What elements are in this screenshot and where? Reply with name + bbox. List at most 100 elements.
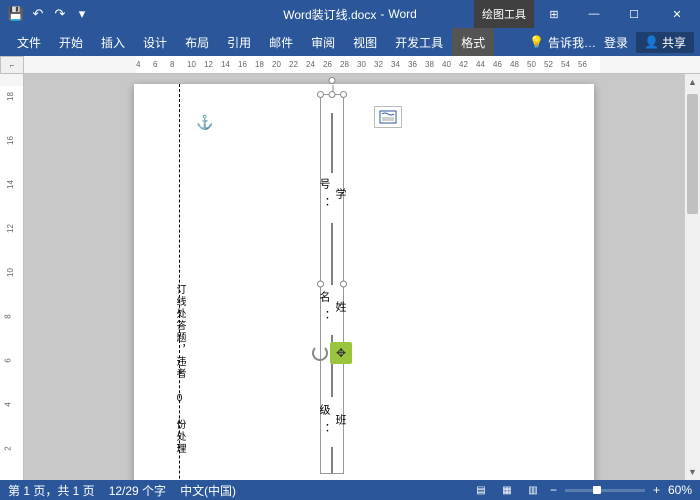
resize-handle-tr[interactable] [340,91,347,98]
field-label-name: 姓名： [321,290,343,330]
resize-handle-ml[interactable] [317,281,324,288]
tab-home[interactable]: 开始 [50,28,92,56]
zoom-level[interactable]: 60% [668,483,692,497]
share-icon: 👤 [644,35,659,49]
undo-icon[interactable]: ↶ [28,4,48,24]
ruler-tick: 2 [4,446,13,450]
tab-view[interactable]: 视图 [344,28,386,56]
scroll-down-button[interactable]: ▼ [685,464,700,480]
document-area[interactable]: ⚓ 订线处答题，违者 0 份处理 学号： 姓名： 班级： [24,74,684,480]
zoom-in-button[interactable]: + [653,483,660,497]
ruler-tick: 22 [289,60,298,69]
contextual-tab-label: 绘图工具 [474,0,534,28]
ruler-tick: 4 [4,402,13,406]
ruler-area: ⌐ 46810121416182022242628303234363840424… [0,56,700,74]
field-label-id: 学号： [321,177,343,217]
tab-developer[interactable]: 开发工具 [386,28,452,56]
lightbulb-icon: 💡 [529,35,544,49]
move-cursor-icon: ✥ [330,342,352,364]
scroll-thumb[interactable] [687,94,698,214]
tab-file[interactable]: 文件 [8,28,50,56]
tell-me-search[interactable]: 💡告诉我… [529,34,596,51]
print-layout-icon[interactable]: ▦ [498,483,516,497]
ruler-tick: 54 [561,60,570,69]
ruler-tick: 18 [255,60,264,69]
status-bar: 第 1 页，共 1 页 12/29 个字 中文(中国) ▤ ▦ ▥ − + 60… [0,480,700,500]
ruler-tick: 56 [578,60,587,69]
resize-handle-tm[interactable] [329,91,336,98]
ruler-tick: 32 [374,60,383,69]
ruler-tick: 30 [357,60,366,69]
layout-options-icon [379,110,397,124]
tab-design[interactable]: 设计 [134,28,176,56]
scroll-up-button[interactable]: ▲ [685,74,700,90]
page: ⚓ 订线处答题，违者 0 份处理 学号： 姓名： 班级： [134,84,594,480]
ribbon-display-icon[interactable]: ⊞ [534,0,574,28]
login-link[interactable]: 登录 [604,34,628,51]
redo-icon[interactable]: ↷ [50,4,70,24]
tab-layout[interactable]: 布局 [176,28,218,56]
save-icon[interactable]: 💾 [6,4,26,24]
ruler-tick: 6 [153,60,157,69]
read-mode-icon[interactable]: ▤ [472,483,490,497]
ruler-tick: 10 [187,60,196,69]
ruler-tick: 46 [493,60,502,69]
app-name: Word [388,7,416,21]
rotate-handle[interactable] [329,77,336,84]
minimize-button[interactable]: — [574,0,614,28]
selected-textbox[interactable]: 学号： 姓名： 班级： [320,94,344,474]
tab-references[interactable]: 引用 [218,28,260,56]
ruler-tick: 26 [323,60,332,69]
ruler-tick: 24 [306,60,315,69]
vertical-ruler[interactable]: 18161412108642 [0,74,24,480]
ruler-tick: 18 [6,92,15,101]
layout-options-button[interactable] [374,106,402,128]
field-line [332,447,333,473]
ruler-tick: 40 [442,60,451,69]
ruler-tick: 6 [4,358,13,362]
ruler-tick: 14 [6,180,15,189]
field-line [332,223,333,285]
share-button[interactable]: 👤共享 [636,32,694,53]
tab-format[interactable]: 格式 [452,28,494,56]
rotate-cursor-icon [312,345,328,361]
ruler-tick: 8 [4,314,13,318]
language-status[interactable]: 中文(中国) [180,482,236,499]
horizontal-ruler[interactable]: 4681012141618202224262830323436384042444… [24,56,700,74]
ruler-tick: 52 [544,60,553,69]
vertical-scrollbar[interactable]: ▲ ▼ [684,74,700,480]
resize-handle-tl[interactable] [317,91,324,98]
tab-review[interactable]: 审阅 [302,28,344,56]
ruler-tick: 44 [476,60,485,69]
ruler-tick: 4 [136,60,140,69]
zoom-out-button[interactable]: − [550,483,557,497]
web-layout-icon[interactable]: ▥ [524,483,542,497]
maximize-button[interactable]: ☐ [614,0,654,28]
close-button[interactable]: ✕ [654,0,700,28]
ruler-tick: 20 [272,60,281,69]
field-label-class: 班级： [321,403,343,443]
warning-text: 订线处答题，违者 0 份处理 [172,284,187,455]
ruler-tick: 50 [527,60,536,69]
ruler-corner[interactable]: ⌐ [0,56,24,74]
ribbon-tabs: 文件 开始 插入 设计 布局 引用 邮件 审阅 视图 开发工具 格式 💡告诉我…… [0,28,700,56]
resize-handle-mr[interactable] [340,281,347,288]
window-title: Word装订线.docx - Word [283,6,417,23]
tab-mailings[interactable]: 邮件 [260,28,302,56]
qat-customize-icon[interactable]: ▾ [72,4,92,24]
ruler-tick: 42 [459,60,468,69]
ruler-tick: 38 [425,60,434,69]
ruler-tick: 16 [6,136,15,145]
page-count[interactable]: 第 1 页，共 1 页 [8,482,95,499]
field-line [332,113,333,173]
document-filename: Word装订线.docx [283,6,376,23]
tab-insert[interactable]: 插入 [92,28,134,56]
word-count[interactable]: 12/29 个字 [109,482,166,499]
zoom-slider[interactable] [565,489,645,492]
ruler-tick: 36 [408,60,417,69]
title-bar: 💾 ↶ ↷ ▾ Word装订线.docx - Word 绘图工具 ⊞ — ☐ ✕ [0,0,700,28]
ruler-tick: 10 [6,268,15,277]
cursor-indicator: ✥ [312,342,352,364]
anchor-icon: ⚓ [196,114,213,131]
ruler-tick: 8 [170,60,174,69]
